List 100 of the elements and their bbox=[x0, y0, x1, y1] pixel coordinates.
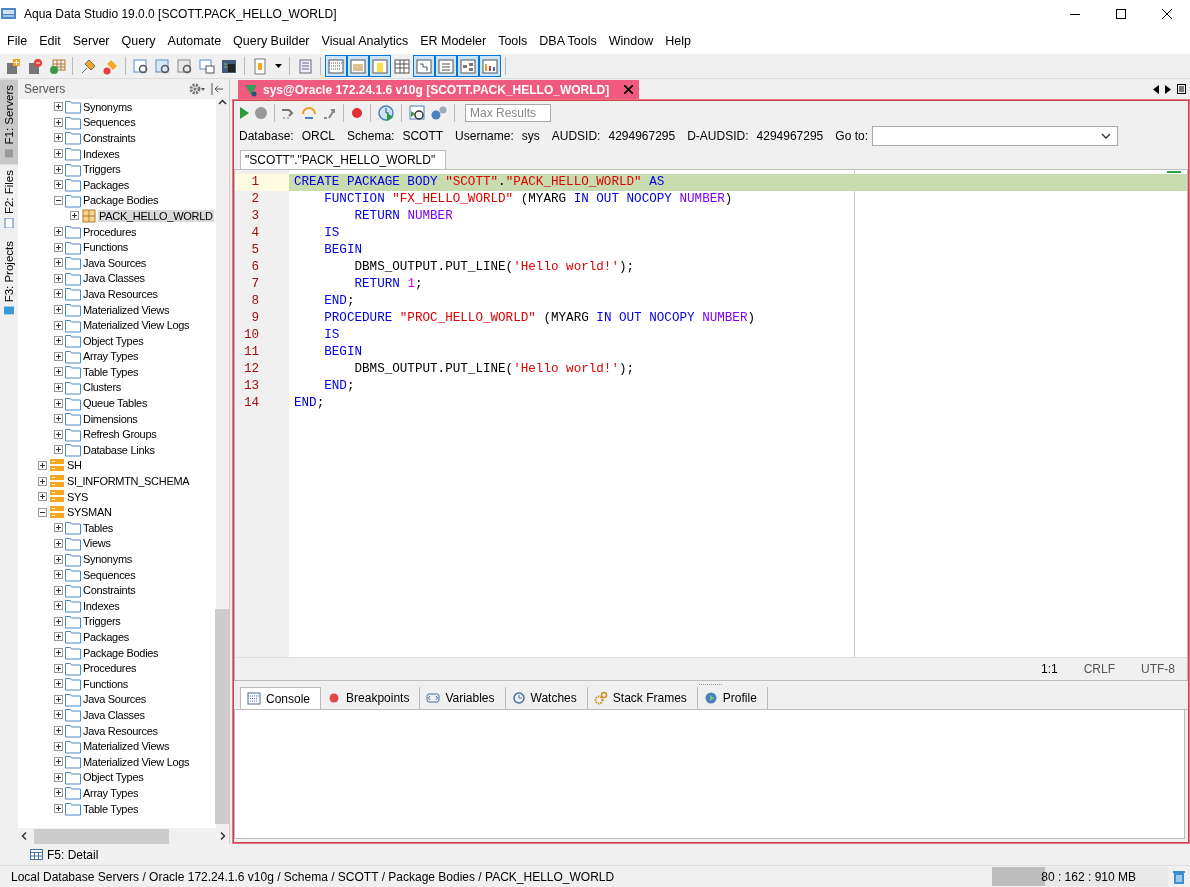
tree-item[interactable]: Object Types bbox=[82, 771, 145, 784]
expand-toggle[interactable] bbox=[54, 305, 63, 314]
tree-item[interactable]: Java Classes bbox=[82, 272, 146, 285]
detail-tab[interactable]: F5: Detail bbox=[30, 847, 99, 862]
step-into-icon[interactable] bbox=[301, 106, 317, 120]
tree-item[interactable]: Indexes bbox=[82, 147, 121, 160]
toggle-button[interactable] bbox=[369, 55, 391, 77]
tree-item[interactable]: Java Resources bbox=[82, 287, 159, 300]
expand-toggle[interactable] bbox=[70, 211, 79, 221]
tree-item[interactable]: Refresh Groups bbox=[82, 428, 158, 441]
explain-plan-icon[interactable] bbox=[408, 104, 426, 122]
tree-item[interactable]: Table Types bbox=[82, 802, 140, 815]
expand-toggle[interactable] bbox=[54, 429, 63, 439]
horizontal-scrollbar[interactable] bbox=[18, 828, 229, 844]
tree-item[interactable]: Materialized Views bbox=[82, 303, 171, 316]
breakpoint-icon[interactable] bbox=[350, 106, 364, 120]
expand-toggle[interactable] bbox=[54, 710, 63, 720]
expand-toggle[interactable] bbox=[54, 632, 63, 642]
expand-toggle[interactable] bbox=[54, 289, 63, 299]
expand-toggle[interactable] bbox=[54, 523, 63, 533]
tab-left-icon[interactable] bbox=[1153, 84, 1159, 94]
tree-item[interactable]: Indexes bbox=[82, 599, 121, 612]
expand-toggle[interactable] bbox=[54, 383, 63, 392]
tab-list-icon[interactable] bbox=[1177, 84, 1186, 94]
tree-item[interactable]: Queue Tables bbox=[82, 397, 149, 410]
expand-toggle[interactable] bbox=[38, 460, 47, 470]
menu-item[interactable]: Visual Analytics bbox=[315, 31, 415, 51]
expand-toggle[interactable] bbox=[54, 554, 63, 564]
step-out-icon[interactable] bbox=[321, 106, 337, 120]
expand-toggle[interactable] bbox=[54, 694, 63, 704]
splitter-grip-icon[interactable] bbox=[699, 682, 723, 686]
expand-toggle[interactable] bbox=[54, 414, 63, 424]
tree-item[interactable]: Packages bbox=[82, 631, 130, 643]
expand-toggle[interactable] bbox=[54, 804, 63, 813]
settings-button[interactable] bbox=[189, 83, 205, 95]
tree-item[interactable]: SYSMAN bbox=[66, 506, 113, 519]
tree-item[interactable]: Package Bodies bbox=[82, 646, 160, 659]
expand-toggle[interactable] bbox=[54, 336, 63, 346]
expand-toggle[interactable] bbox=[54, 367, 63, 377]
expand-toggle[interactable] bbox=[54, 538, 63, 548]
tree-item[interactable]: Sequences bbox=[82, 568, 137, 581]
expand-toggle[interactable] bbox=[54, 726, 63, 736]
tree-item[interactable]: Functions bbox=[82, 241, 129, 254]
expand-toggle[interactable] bbox=[38, 507, 47, 517]
tree-item[interactable]: Triggers bbox=[82, 615, 122, 628]
expand-toggle[interactable] bbox=[54, 180, 63, 190]
expand-toggle[interactable] bbox=[54, 616, 63, 626]
tree-item[interactable]: Synonyms bbox=[82, 553, 133, 565]
tree-item[interactable]: Object Types bbox=[82, 334, 145, 347]
expand-toggle[interactable] bbox=[54, 601, 63, 611]
tree-item[interactable]: Database Links bbox=[82, 443, 156, 456]
pin-button[interactable] bbox=[211, 83, 223, 95]
expand-toggle[interactable] bbox=[54, 227, 63, 237]
expand-toggle[interactable] bbox=[54, 102, 63, 112]
expand-toggle[interactable] bbox=[54, 398, 63, 408]
garbage-collect-button[interactable] bbox=[1172, 868, 1186, 885]
max-results-field[interactable]: Max Results bbox=[465, 104, 551, 122]
side-tab[interactable]: F1: Servers bbox=[0, 79, 18, 165]
tree-item[interactable]: Packages bbox=[82, 178, 130, 191]
expand-toggle[interactable] bbox=[54, 351, 63, 361]
panel-tab[interactable]: Stack Frames bbox=[587, 687, 698, 709]
panel-tab[interactable]: Watches bbox=[505, 687, 588, 709]
panel-tab[interactable]: Console bbox=[240, 687, 322, 709]
menu-item[interactable]: File bbox=[1, 31, 34, 51]
tree-item[interactable]: Dimensions bbox=[82, 412, 139, 425]
expand-toggle[interactable] bbox=[54, 585, 63, 595]
expand-toggle[interactable] bbox=[54, 149, 63, 159]
gears-icon[interactable] bbox=[430, 104, 448, 122]
toggle-button[interactable] bbox=[325, 55, 347, 77]
menu-item[interactable]: Tools bbox=[492, 31, 534, 51]
tree-item[interactable]: Table Types bbox=[82, 365, 140, 378]
expand-toggle[interactable] bbox=[54, 133, 63, 143]
menu-item[interactable]: DBA Tools bbox=[533, 31, 603, 51]
tree-item[interactable]: Constraints bbox=[82, 132, 137, 144]
tree-item[interactable]: Java Classes bbox=[82, 708, 146, 721]
expand-toggle[interactable] bbox=[54, 445, 63, 455]
tree-item[interactable]: SYS bbox=[66, 490, 90, 503]
tree-item[interactable]: PACK_HELLO_WORLD bbox=[98, 209, 214, 222]
expand-toggle[interactable] bbox=[54, 772, 63, 782]
tree-item[interactable]: Tables bbox=[82, 521, 114, 534]
panel-tab[interactable]: Variables bbox=[420, 687, 506, 709]
tree-item[interactable]: Synonyms bbox=[82, 100, 133, 113]
expand-toggle[interactable] bbox=[54, 741, 63, 751]
run-icon[interactable] bbox=[238, 106, 250, 120]
expand-toggle[interactable] bbox=[54, 648, 63, 658]
expand-toggle[interactable] bbox=[54, 195, 63, 205]
menu-item[interactable]: Server bbox=[66, 31, 116, 51]
menu-item[interactable]: Edit bbox=[33, 31, 67, 51]
panel-tab[interactable]: Profile bbox=[697, 687, 768, 709]
expand-toggle[interactable] bbox=[54, 788, 63, 798]
toggle-button[interactable] bbox=[435, 55, 457, 77]
expand-toggle[interactable] bbox=[54, 273, 63, 283]
menu-item[interactable]: Query Builder bbox=[227, 31, 316, 51]
tree-item[interactable]: Procedures bbox=[82, 662, 138, 675]
tab-right-icon[interactable] bbox=[1165, 84, 1171, 94]
menu-item[interactable]: Automate bbox=[161, 31, 228, 51]
tree-item[interactable]: Materialized View Logs bbox=[82, 755, 191, 768]
tree-item[interactable]: Materialized View Logs bbox=[82, 319, 191, 332]
menu-item[interactable]: Help bbox=[659, 31, 697, 51]
document-tab[interactable]: "SCOTT"."PACK_HELLO_WORLD" bbox=[240, 150, 447, 169]
